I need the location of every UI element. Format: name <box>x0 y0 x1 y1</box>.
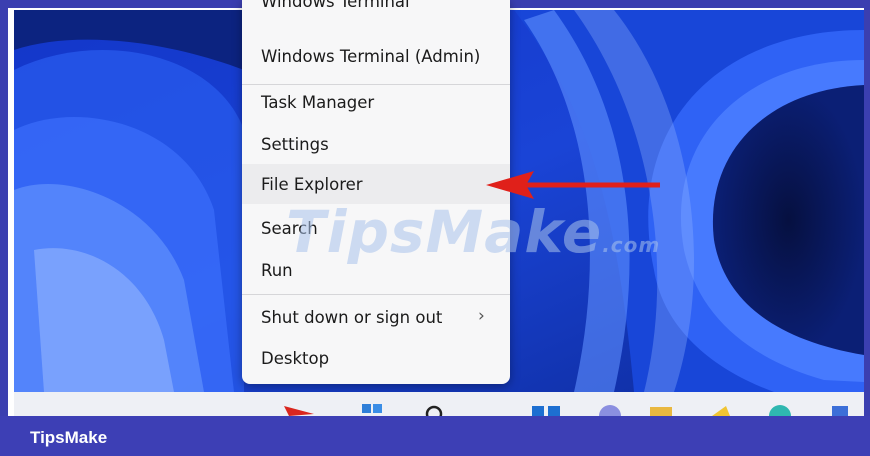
screenshot-frame: Windows Terminal Windows Terminal (Admin… <box>0 0 870 456</box>
edge-icon[interactable] <box>769 405 791 416</box>
folder-icon[interactable] <box>650 407 672 416</box>
taskbar <box>14 392 864 416</box>
watermark-suffix: .com <box>602 233 661 257</box>
taskbar-icons <box>284 404 848 416</box>
footer-bar: TipsMake <box>0 416 870 456</box>
winx-context-menu: Windows Terminal Windows Terminal (Admin… <box>242 0 510 384</box>
watermark-text: TipsMake <box>286 198 603 266</box>
menu-item-settings[interactable]: Settings <box>242 126 510 164</box>
menu-item-shut-down-sign-out[interactable]: Shut down or sign out › <box>242 299 510 337</box>
chevron-right-icon: › <box>478 306 485 326</box>
frame-border-left <box>0 0 8 456</box>
menu-item-label: Desktop <box>261 349 330 368</box>
start-icon[interactable] <box>362 404 382 413</box>
widgets-icon[interactable] <box>599 405 621 416</box>
menu-item-desktop[interactable]: Desktop <box>242 340 510 378</box>
menu-item-label: Windows Terminal <box>261 0 410 11</box>
footer-brand: TipsMake <box>30 428 108 447</box>
menu-item-label: Windows Terminal (Admin) <box>261 47 481 66</box>
frame-border-right <box>864 0 870 456</box>
search-icon[interactable] <box>425 405 443 416</box>
menu-item-task-manager[interactable]: Task Manager <box>242 84 510 122</box>
store-icon[interactable] <box>712 406 730 416</box>
pointer-icon <box>284 406 314 416</box>
menu-item-label: Task Manager <box>261 93 375 112</box>
task-view-icon[interactable] <box>532 406 560 416</box>
watermark: TipsMake.com <box>286 198 660 266</box>
menu-item-label: File Explorer <box>261 175 363 194</box>
menu-item-label: Settings <box>261 135 329 154</box>
menu-item-label: Shut down or sign out <box>261 308 443 327</box>
menu-separator <box>242 294 510 295</box>
calendar-icon[interactable] <box>832 406 848 416</box>
menu-item-windows-terminal-admin[interactable]: Windows Terminal (Admin) <box>242 38 510 76</box>
red-arrow-annotation <box>486 171 660 199</box>
menu-item-windows-terminal[interactable]: Windows Terminal <box>242 0 510 26</box>
